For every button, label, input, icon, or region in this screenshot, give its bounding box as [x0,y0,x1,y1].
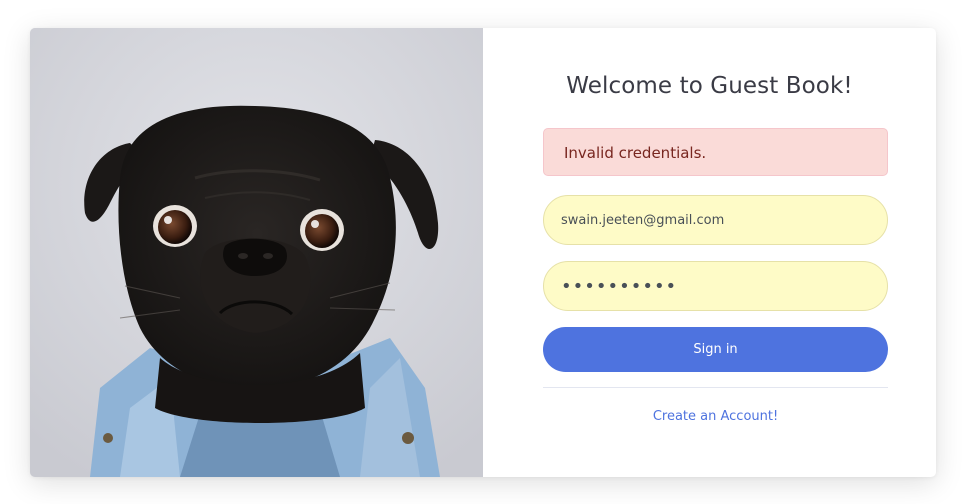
error-alert: Invalid credentials. [543,128,888,176]
pug-image [30,28,483,477]
page-title: Welcome to Guest Book! [566,73,853,99]
login-card: Welcome to Guest Book! Invalid credentia… [30,28,936,477]
password-field[interactable] [543,261,888,311]
login-panel: Welcome to Guest Book! Invalid credentia… [483,28,936,477]
divider [543,387,888,388]
email-field[interactable] [543,195,888,245]
create-account-link[interactable]: Create an Account! [543,409,888,424]
sign-in-button[interactable]: Sign in [543,327,888,372]
